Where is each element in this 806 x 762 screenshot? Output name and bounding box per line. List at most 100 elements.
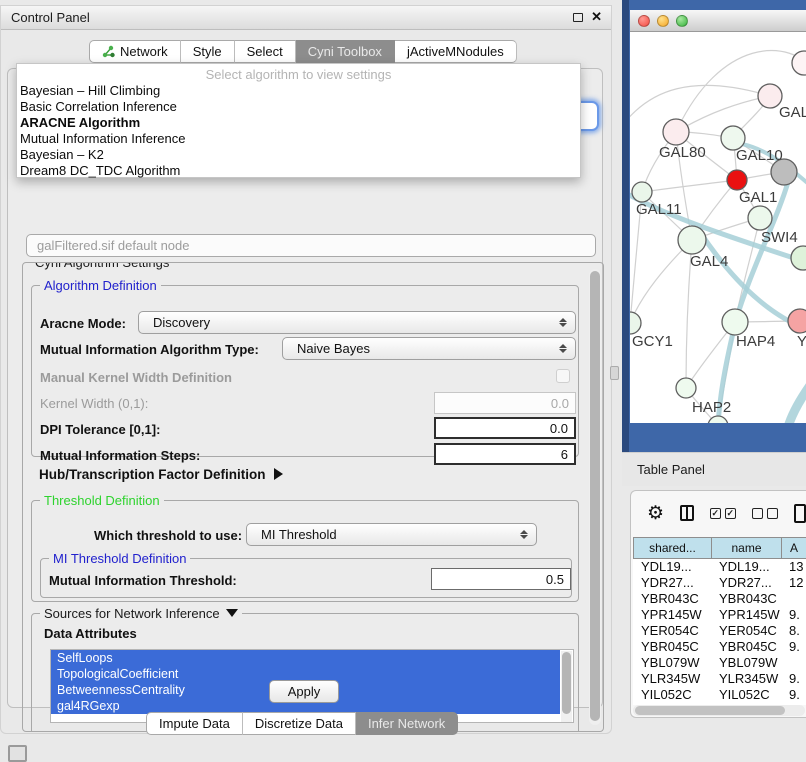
node-label: GAL11 [636,201,682,218]
kernel-width-value: 0.0 [551,396,575,411]
control-panel-title: Control Panel [1,10,90,25]
algorithm-option[interactable]: Basic Correlation Inference [17,99,580,115]
which-threshold-combobox[interactable]: MI Threshold [246,523,537,546]
zoom-traffic-light-icon[interactable] [676,15,688,27]
tab-discretize-data[interactable]: Discretize Data [243,712,356,735]
table-cell: YLR345W [711,671,781,687]
tab-cyni-toolbox[interactable]: Cyni Toolbox [296,40,395,63]
minimize-traffic-light-icon[interactable] [657,15,669,27]
table-row[interactable]: YDL19...YDL19...13 [633,559,806,575]
aracne-mode-label: Aracne Mode: [40,316,126,331]
tab-select[interactable]: Select [235,40,296,63]
table-row[interactable]: YER054CYER054C8. [633,623,806,639]
columns-icon[interactable] [680,505,694,521]
table-row[interactable]: YLR345WYLR345W9. [633,671,806,687]
algorithm-option[interactable]: ARACNE Algorithm [17,115,580,131]
algorithm-option[interactable]: Bayesian – Hill Climbing [17,83,580,99]
tab-infer-network[interactable]: Infer Network [356,712,458,735]
sources-group-title[interactable]: Sources for Network Inference [40,606,242,621]
kernel-width-label: Kernel Width (0,1): [40,396,148,411]
settings-scrollbar-thumb[interactable] [590,271,600,721]
tab-network[interactable]: Network [89,40,181,63]
unchecked-pair-icon[interactable] [752,508,778,519]
network-node-gal80[interactable] [663,119,689,145]
column-header-3[interactable]: A [781,537,806,559]
table-cell: 9. [781,671,806,687]
table-cell [781,655,806,671]
tab-label: Infer Network [368,716,445,731]
attribute-list-scrollbar[interactable] [561,651,572,722]
table-panel-title: Table Panel [622,462,705,477]
network-node-hap4[interactable] [722,309,748,335]
panel-divider-handle[interactable] [610,366,619,380]
manual-kernel-width-checkbox[interactable] [556,369,570,383]
table-cell: YDL19... [633,559,711,575]
network-node-gal11[interactable] [632,182,652,202]
sources-title-label: Sources for Network Inference [44,606,220,621]
settings-scrollbar[interactable] [589,269,601,725]
table-row[interactable]: YBL079WYBL079W [633,655,806,671]
algorithm-definition-title: Algorithm Definition [40,278,161,293]
network-view-window[interactable]: GALGAL80GAL10GAL1GAL11SWI4GAL4GCY1HAP4YH… [630,10,806,423]
algorithm-definition-group: Algorithm Definition Aracne Mode: Discov… [31,285,579,457]
network-node-gcy1[interactable] [630,312,641,334]
table-row[interactable]: YBR045CYBR045C9. [633,639,806,655]
data-attributes-label: Data Attributes [44,626,137,641]
attribute-list-scrollbar-thumb[interactable] [562,652,571,714]
close-icon[interactable]: ✕ [591,9,602,25]
network-node-y[interactable] [788,309,806,333]
table-cell: YDR27... [711,575,781,591]
table-cell: YDL19... [711,559,781,575]
close-traffic-light-icon[interactable] [638,15,650,27]
aracne-mode-combobox[interactable]: Discovery [138,311,576,334]
apply-button[interactable]: Apply [269,680,339,703]
mi-steps-field[interactable]: 6 [434,443,576,465]
threshold-definition-title: Threshold Definition [40,493,164,508]
gear-icon[interactable]: ⚙ [647,504,664,523]
table-toolbar: ⚙ ✓✓ [631,491,806,535]
network-node-hap2[interactable] [676,378,696,398]
table-cell: YDR27... [633,575,711,591]
network-edges-teal [630,144,806,423]
table-cell: YIL052C [633,687,711,703]
float-window-icon[interactable] [573,13,583,22]
network-node-gal1[interactable] [727,170,747,190]
column-header-1[interactable]: shared... [633,537,711,559]
dpi-tolerance-field[interactable]: 0.0 [434,417,576,439]
network-node-swi4[interactable] [748,206,772,230]
tab-jactivemnodules[interactable]: jActiveMNodules [395,40,517,63]
algorithm-option[interactable]: Dream8 DC_TDC Algorithm [17,163,580,179]
mini-palette-icon[interactable] [8,745,27,762]
table-cell: 9. [781,639,806,655]
algorithm-option[interactable]: Bayesian – K2 [17,147,580,163]
table-row[interactable]: YIL052CYIL052C9. [633,687,806,703]
table-row[interactable]: YPR145WYPR145W9. [633,607,806,623]
column-header-2[interactable]: name [711,537,781,559]
table-row[interactable]: YBR043CYBR043C [633,591,806,607]
algorithm-option[interactable]: Mutual Information Inference [17,131,580,147]
threshold-definition-group: Threshold Definition Which threshold to … [31,500,579,602]
table-row[interactable]: YDR27...YDR27...12 [633,575,806,591]
network-node[interactable] [791,246,806,270]
node-label: HAP4 [736,333,775,350]
tab-impute-data[interactable]: Impute Data [146,712,243,735]
table-selector-combobox[interactable]: galFiltered.sif default node [26,234,596,257]
algorithm-dropdown-popup: Select algorithm to view settings Bayesi… [16,63,581,178]
mi-algorithm-type-combobox[interactable]: Naive Bayes [282,337,576,360]
control-panel-titlebar: Control Panel ✕ [1,6,611,30]
mi-threshold-field[interactable]: 0.5 [431,568,571,590]
hub-definition-toggle[interactable]: Hub/Transcription Factor Definition [39,467,283,482]
document-icon[interactable] [794,504,806,523]
table-cell: YLR345W [633,671,711,687]
node-label: GCY1 [632,333,673,350]
checked-pair-icon[interactable]: ✓✓ [710,508,736,519]
network-node-gal4[interactable] [678,226,706,254]
tab-style[interactable]: Style [181,40,235,63]
table-cell: 8. [781,623,806,639]
network-canvas[interactable]: GALGAL80GAL10GAL1GAL11SWI4GAL4GCY1HAP4YH… [630,32,806,423]
attribute-list-item[interactable]: SelfLoops [51,650,560,666]
collapsed-arrow-icon [274,468,283,480]
table-horizontal-scrollbar[interactable] [633,705,805,716]
kernel-width-field[interactable]: 0.0 [434,392,576,414]
table-scrollbar-thumb[interactable] [635,706,785,715]
